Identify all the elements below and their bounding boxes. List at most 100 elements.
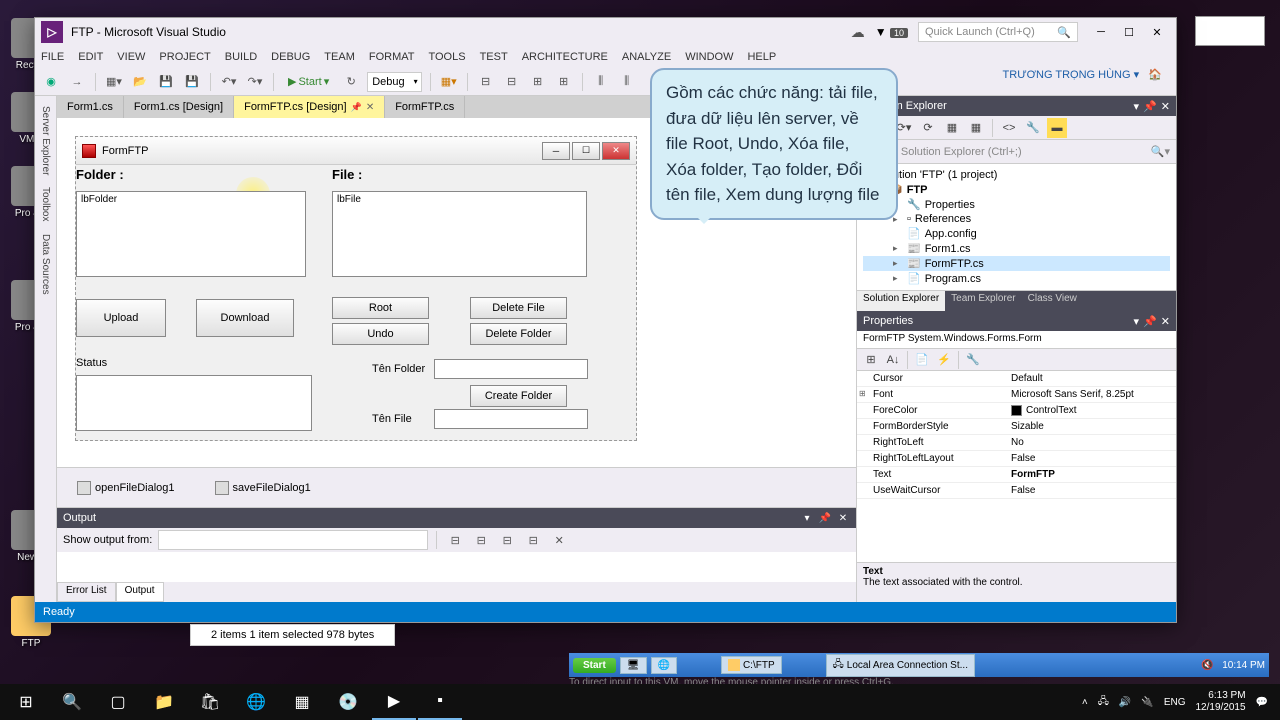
ten-file-label[interactable]: Tên File (372, 413, 412, 425)
properties-object-dropdown[interactable]: FormFTP System.Windows.Forms.Form (857, 331, 1176, 349)
tree-item[interactable]: ▸📰 Form1.cs (863, 241, 1170, 256)
align-icon[interactable]: ⊟ (476, 72, 496, 92)
prop-row[interactable]: UseWaitCursorFalse (857, 483, 1176, 499)
signed-in-user[interactable]: TRƯƠNG TRỌNG HÙNG ▾ 🏠 (1003, 68, 1162, 81)
toolbox-tab[interactable]: Toolbox (38, 181, 53, 227)
search-icon[interactable]: 🔍 (50, 684, 94, 720)
tree-solution[interactable]: Solution 'FTP' (1 project) (863, 168, 1170, 182)
output-source-dropdown[interactable] (158, 530, 428, 550)
clock[interactable]: 6:13 PM12/19/2015 (1195, 690, 1245, 714)
align-icon[interactable]: ⊞ (528, 72, 548, 92)
battery-icon[interactable]: 🔌 (1141, 697, 1153, 708)
file-label[interactable]: File : (332, 167, 362, 182)
store-icon[interactable]: 🛍 (188, 684, 232, 720)
network-icon[interactable]: 🖧 (1098, 694, 1109, 711)
redo-icon[interactable]: ↷▾ (245, 72, 265, 92)
tree-project[interactable]: ▸📦 FTP (863, 182, 1170, 197)
menu-debug[interactable]: DEBUG (271, 51, 310, 63)
app-icon[interactable]: 💿 (326, 684, 370, 720)
menu-tools[interactable]: TOOLS (428, 51, 465, 63)
menu-window[interactable]: WINDOW (685, 51, 733, 63)
solution-search-input[interactable]: Search Solution Explorer (Ctrl+;)🔍▾ (857, 140, 1176, 164)
winforms-form[interactable]: FormFTP ─ ☐ ✕ ↖ Folder : File : lbFolder (75, 136, 637, 441)
prop-row[interactable]: RightToLeftLayoutFalse (857, 451, 1176, 467)
output-tool-icon[interactable]: ⊟ (523, 530, 543, 550)
chrome-icon[interactable]: 🌐 (234, 684, 278, 720)
spacing-icon[interactable]: ⫼ (617, 72, 637, 92)
menu-edit[interactable]: EDIT (78, 51, 103, 63)
flag-icon[interactable]: ▼ 10 (875, 25, 908, 39)
cmd-icon[interactable]: ▪ (418, 684, 462, 720)
save-all-icon[interactable]: 💾 (182, 72, 202, 92)
undo-icon[interactable]: ↶▾ (219, 72, 239, 92)
create-folder-button[interactable]: Create Folder (470, 385, 567, 407)
file-name-input[interactable] (434, 409, 588, 429)
team-explorer-tab[interactable]: Team Explorer (945, 291, 1021, 311)
explorer-icon[interactable]: 📁 (142, 684, 186, 720)
refresh-icon[interactable]: ↻ (341, 72, 361, 92)
alpha-icon[interactable]: A↓ (883, 350, 903, 370)
properties-icon[interactable]: 🔧 (1023, 118, 1043, 138)
config-dropdown[interactable]: Debug (367, 72, 421, 92)
new-project-icon[interactable]: ▦▾ (104, 72, 124, 92)
close-icon[interactable]: ✕ (836, 513, 850, 524)
close-icon[interactable]: ✕ (1161, 315, 1170, 328)
task-view-icon[interactable]: ▢ (96, 684, 140, 720)
menu-view[interactable]: VIEW (117, 51, 145, 63)
delete-file-button[interactable]: Delete File (470, 297, 567, 319)
menu-analyze[interactable]: ANALYZE (622, 51, 671, 63)
ten-folder-label[interactable]: Tên Folder (372, 363, 425, 375)
volume-icon[interactable]: 🔊 (1119, 697, 1131, 708)
pin-icon[interactable]: 📌 (351, 102, 362, 113)
align-icon[interactable]: ⊞ (554, 72, 574, 92)
pin-icon[interactable]: 📌 (1143, 100, 1157, 113)
title-bar[interactable]: ▷ FTP - Microsoft Visual Studio ☁ ▼ 10 Q… (35, 18, 1176, 46)
tree-item[interactable]: 📄 App.config (863, 226, 1170, 241)
folder-name-input[interactable] (434, 359, 588, 379)
dropdown-icon[interactable]: ▾ (800, 513, 814, 524)
props-icon[interactable]: 📄 (912, 350, 932, 370)
upload-button[interactable]: Upload (76, 299, 166, 337)
menu-test[interactable]: TEST (480, 51, 508, 63)
download-button[interactable]: Download (196, 299, 294, 337)
language-indicator[interactable]: ENG (1164, 697, 1186, 708)
menu-file[interactable]: FILE (41, 51, 64, 63)
prop-row[interactable]: RightToLeftNo (857, 435, 1176, 451)
show-all-icon[interactable]: ▦ (966, 118, 986, 138)
minimize-button[interactable]: ─ (1088, 22, 1114, 42)
component-item[interactable]: openFileDialog1 (77, 481, 175, 495)
doc-tab-active[interactable]: FormFTP.cs [Design]📌✕ (234, 96, 385, 118)
file-listbox[interactable]: lbFile (332, 191, 587, 277)
menu-team[interactable]: TEAM (324, 51, 355, 63)
categorized-icon[interactable]: ⊞ (861, 350, 881, 370)
sync-icon[interactable]: ⟳ (918, 118, 938, 138)
output-tool-icon[interactable]: ⊟ (471, 530, 491, 550)
prop-row[interactable]: FormBorderStyleSizable (857, 419, 1176, 435)
pin-icon[interactable]: 📌 (818, 513, 832, 524)
quick-launch-input[interactable]: Quick Launch (Ctrl+Q)🔍 (918, 22, 1078, 42)
vmware-icon[interactable]: ▦ (280, 684, 324, 720)
undo-button[interactable]: Undo (332, 323, 429, 345)
tray-up-icon[interactable]: ˄ (1082, 697, 1088, 708)
output-tab[interactable]: Output (116, 582, 164, 602)
server-explorer-tab[interactable]: Server Explorer (38, 100, 53, 181)
doc-tab[interactable]: Form1.cs [Design] (124, 96, 234, 118)
menu-build[interactable]: BUILD (225, 51, 257, 63)
prop-row[interactable]: TextFormFTP (857, 467, 1176, 483)
close-tab-icon[interactable]: ✕ (366, 102, 374, 113)
forward-icon[interactable]: → (67, 72, 87, 92)
dropdown-icon[interactable]: ▾ (1134, 315, 1140, 328)
wrench-icon[interactable]: 🔧 (963, 350, 983, 370)
prop-row[interactable]: ⊞FontMicrosoft Sans Serif, 8.25pt (857, 387, 1176, 403)
start-button[interactable]: ⊞ (4, 684, 48, 720)
prop-row[interactable]: ForeColorControlText (857, 403, 1176, 419)
guest-quick-launch[interactable]: 🌐 (651, 657, 677, 674)
folder-listbox[interactable]: lbFolder (76, 191, 306, 277)
pin-icon[interactable]: 📌 (1143, 315, 1157, 328)
guest-task-item[interactable]: C:\FTP (721, 656, 782, 674)
output-body[interactable] (57, 552, 856, 582)
root-button[interactable]: Root (332, 297, 429, 319)
prop-row[interactable]: CursorDefault (857, 371, 1176, 387)
solution-explorer-tab[interactable]: Solution Explorer (857, 291, 945, 311)
component-item[interactable]: saveFileDialog1 (215, 481, 311, 495)
